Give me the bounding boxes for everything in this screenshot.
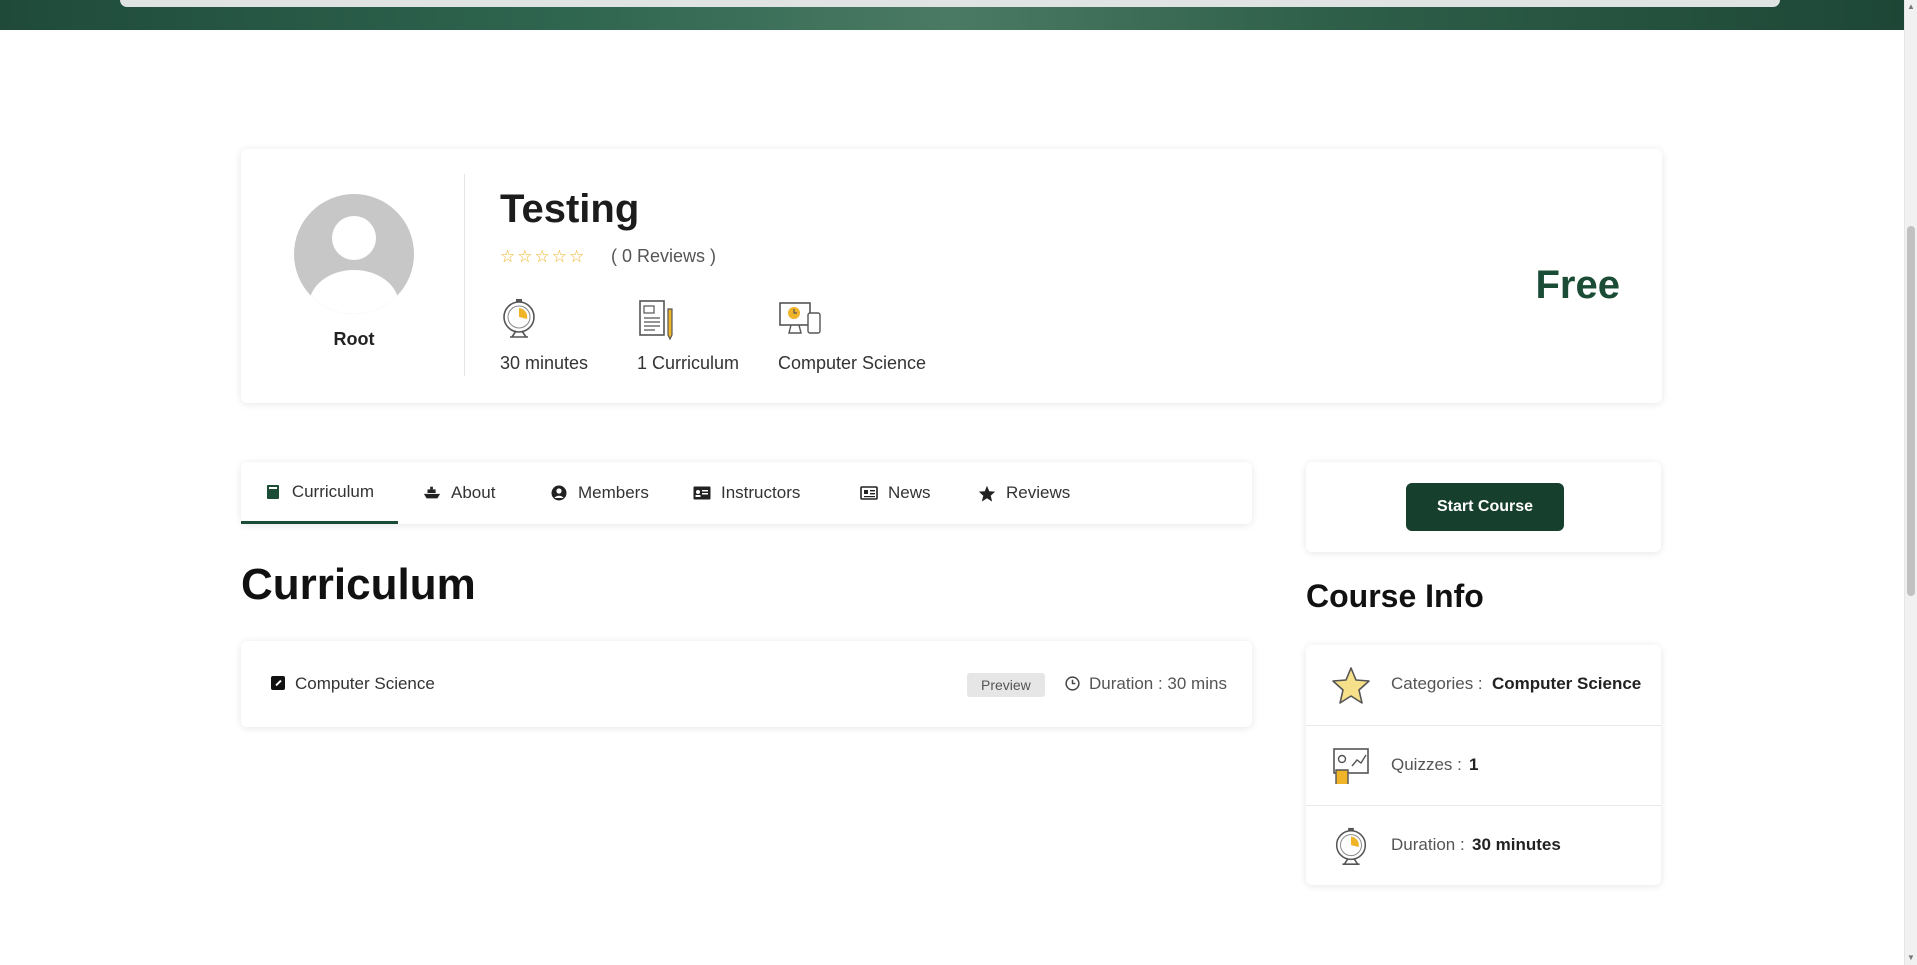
rating-stars: ☆☆☆☆☆ xyxy=(500,247,587,266)
info-key: Quizzes : xyxy=(1391,755,1462,774)
clock-icon xyxy=(1065,676,1080,691)
start-course-button[interactable]: Start Course xyxy=(1406,483,1564,531)
tab-label: Instructors xyxy=(721,483,801,502)
tab-about[interactable]: About xyxy=(423,462,495,524)
tab-curriculum[interactable]: Curriculum xyxy=(241,462,398,524)
tab-label: About xyxy=(451,483,496,502)
tab-reviews[interactable]: Reviews xyxy=(978,462,1070,524)
scroll-up-icon[interactable]: ▲ xyxy=(1907,2,1915,12)
tab-news[interactable]: News xyxy=(860,462,931,524)
lesson-name[interactable]: Computer Science xyxy=(295,674,435,694)
course-header-card: Root Testing ☆☆☆☆☆ ( 0 Reviews ) 30 minu… xyxy=(241,149,1662,403)
info-row-categories: Categories : Computer Science xyxy=(1306,645,1661,725)
scroll-down-icon[interactable]: ▼ xyxy=(1907,953,1915,963)
reviews-count: ( 0 Reviews ) xyxy=(611,246,717,266)
info-value: 1 xyxy=(1469,755,1479,774)
book-icon xyxy=(265,483,282,501)
divider xyxy=(464,174,465,376)
newspaper-icon xyxy=(860,484,878,502)
presentation-board-icon xyxy=(1333,748,1369,784)
tab-label: News xyxy=(888,483,931,502)
info-row-quizzes: Quizzes : 1 xyxy=(1306,725,1661,806)
section-title: Curriculum xyxy=(241,560,476,609)
edit-icon xyxy=(271,676,285,690)
instructor-name[interactable]: Root xyxy=(294,329,414,350)
tab-label: Curriculum xyxy=(291,481,374,501)
info-key: Duration : xyxy=(1391,835,1465,854)
tab-label: Reviews xyxy=(1006,483,1071,502)
user-circle-icon xyxy=(550,484,568,502)
course-price: Free xyxy=(1535,263,1621,307)
star-icon xyxy=(978,484,996,502)
info-key: Categories : xyxy=(1391,674,1483,693)
meta-category: Computer Science xyxy=(778,297,926,374)
ship-icon xyxy=(423,484,441,502)
lesson-item[interactable]: Computer Science Preview Duration : 30 m… xyxy=(241,641,1252,727)
lesson-duration: Duration : 30 mins xyxy=(1089,674,1227,693)
course-info-title: Course Info xyxy=(1306,578,1484,614)
meta-duration: 30 minutes xyxy=(500,297,588,374)
meta-label: 30 minutes xyxy=(500,353,589,373)
course-tabs: Curriculum About Members Instructors New… xyxy=(241,462,1252,524)
start-course-card: Start Course xyxy=(1306,462,1661,552)
stopwatch-icon xyxy=(1335,827,1367,865)
meta-label: Computer Science xyxy=(778,353,927,373)
document-icon xyxy=(639,300,673,341)
preview-badge[interactable]: Preview xyxy=(967,673,1045,697)
computer-devices-icon xyxy=(779,302,821,334)
course-title: Testing xyxy=(500,187,640,231)
avatar xyxy=(294,194,414,314)
tab-members[interactable]: Members xyxy=(550,462,649,524)
tab-instructors[interactable]: Instructors xyxy=(693,462,800,524)
meta-label: 1 Curriculum xyxy=(637,353,740,373)
id-card-icon xyxy=(693,484,711,502)
info-row-duration: Duration : 30 minutes xyxy=(1306,805,1661,886)
tab-label: Members xyxy=(578,483,649,502)
search-bar-edge xyxy=(120,0,1780,7)
info-value: 30 minutes xyxy=(1472,835,1561,854)
star-outline-icon xyxy=(1332,667,1370,704)
header-banner xyxy=(0,0,1905,30)
info-value[interactable]: Computer Science xyxy=(1492,674,1641,694)
course-info-card: Categories : Computer Science Quizzes : … xyxy=(1306,645,1661,885)
meta-curriculum: 1 Curriculum xyxy=(637,297,739,374)
vertical-scrollbar[interactable]: ▲ ▼ xyxy=(1904,0,1917,965)
stopwatch-icon xyxy=(503,299,535,338)
scrollbar-thumb[interactable] xyxy=(1907,226,1915,596)
